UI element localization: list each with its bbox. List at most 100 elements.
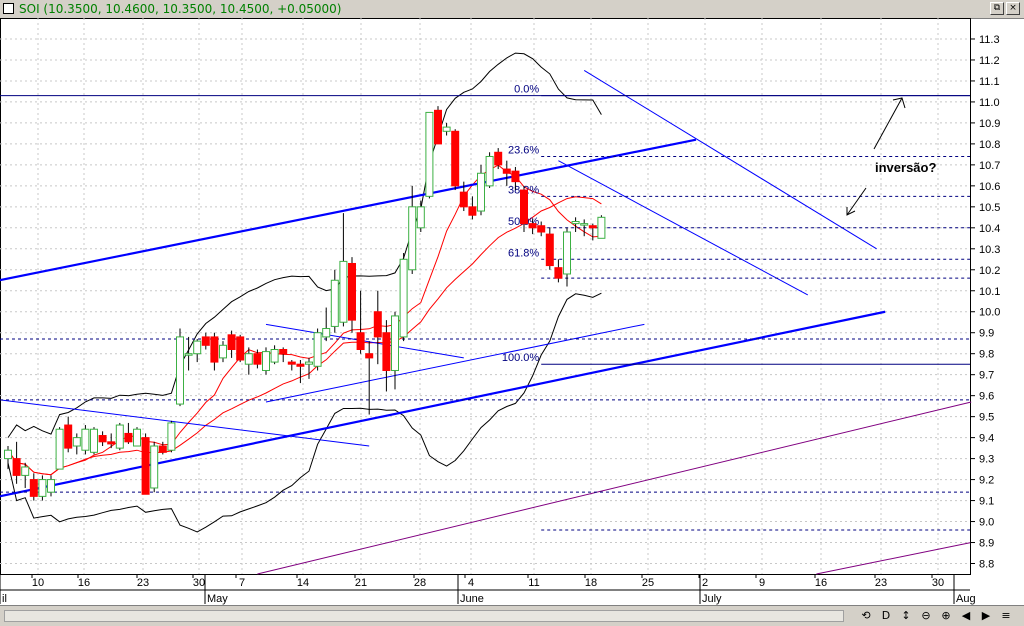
candle [107,433,116,449]
candle-body [29,479,38,497]
candle-body [12,458,21,476]
close-button[interactable]: × [1006,2,1020,15]
x-tick-label: 16 [815,577,827,589]
candle [124,422,133,444]
candle [305,357,313,379]
candle-body [98,435,107,443]
annotation-arrow-up [873,97,903,150]
candle [588,223,597,241]
candle-body [21,466,30,476]
bollinger-lower [7,292,602,533]
x-tick-label: 16 [78,577,90,589]
status-bar: ⟲ D ↕ ⊖ ⊕ ◀ ▶ ≡ [0,605,1024,626]
candle-body [494,151,503,166]
candle [55,427,64,470]
menu-icon[interactable]: ≡ [998,609,1014,623]
y-tick-label: 10.0 [979,307,1000,319]
indicators [7,52,602,533]
candle-body [545,233,554,267]
trendlines [0,70,972,575]
candle-body [330,279,339,327]
candle-body [279,349,288,355]
annotation-arrow-down [846,187,867,216]
month-label: July [702,593,722,605]
zoom-in-icon[interactable]: ⊕ [938,609,954,623]
scroll-lock-icon[interactable]: ⟲ [858,609,874,623]
window-icon[interactable] [3,3,14,14]
x-tick-label: 7 [239,577,245,589]
y-tick-label: 9.0 [979,517,994,529]
price-chart[interactable]: 0.0%23.6%38.2%50.0%61.8%100.0% 8.88.99.0… [0,18,1024,605]
y-tick-label: 10.2 [979,265,1000,277]
title-bar: SOI (10.3500, 10.4600, 10.3500, 10.4500,… [0,0,1024,19]
candle-body [296,363,305,367]
candle [210,332,219,371]
x-tick-label: 18 [585,577,597,589]
candle-body [193,340,202,355]
candle-body [442,126,451,132]
candle-body [133,428,141,447]
scroll-right-icon[interactable]: ▶ [978,609,994,623]
x-tick-label: 30 [932,577,944,589]
candle [416,200,425,233]
candle-body [107,441,116,445]
candle-body [356,332,365,351]
y-tick-label: 11.3 [979,34,1000,46]
pullback-channel-upper [583,70,877,250]
zoom-out-icon[interactable]: ⊖ [918,609,934,623]
annotation-text: inversão? [875,160,936,175]
candle [72,433,81,455]
zoom-vertical-icon[interactable]: ↕ [898,609,914,623]
candle-body [399,258,408,338]
candle [382,320,391,392]
candle-body [244,353,253,365]
x-tick-label: 10 [32,577,44,589]
y-tick-label: 9.8 [979,349,994,361]
candle [477,164,485,216]
candle-body [201,336,210,346]
candle [176,328,184,407]
candle-body [468,206,477,216]
candle-body [511,170,520,183]
candle-body [485,155,494,187]
fib-label: 100.0% [502,352,540,364]
candle-body [150,445,159,489]
candle [184,336,193,371]
candle-body [365,353,374,359]
y-tick-label: 10.6 [979,181,1000,193]
purple-channel-lower [816,542,972,575]
candle-body [554,267,563,279]
candle-body [72,437,81,447]
candle-body [55,428,64,470]
candle [150,441,159,493]
bollinger-upper [7,52,602,438]
y-tick-label: 9.9 [979,328,994,340]
candle-body [219,344,227,359]
candle [287,359,296,371]
candle [330,269,339,333]
candle [47,475,55,497]
candle-body [322,328,331,338]
candle [193,339,202,363]
candle [391,311,399,390]
candle [468,196,477,220]
candle-body [47,479,55,493]
candle [12,441,21,484]
x-tick-label: 28 [414,577,426,589]
candle [90,427,98,455]
candle-body [115,424,124,449]
candle-body [270,349,279,363]
month-label: June [460,593,484,605]
period-day-button[interactable]: D [878,609,894,623]
restore-button[interactable]: ⧉ [990,2,1004,15]
candle [201,332,210,350]
x-tick-label: 21 [355,577,367,589]
candle [408,185,417,274]
scroll-left-icon[interactable]: ◀ [958,609,974,623]
horizontal-scrollbar[interactable] [4,610,844,622]
x-tick-label: 23 [137,577,149,589]
candle-body [528,223,537,229]
candle-body [167,422,176,451]
x-tick-label: 9 [759,577,765,589]
y-tick-label: 10.3 [979,244,1000,256]
